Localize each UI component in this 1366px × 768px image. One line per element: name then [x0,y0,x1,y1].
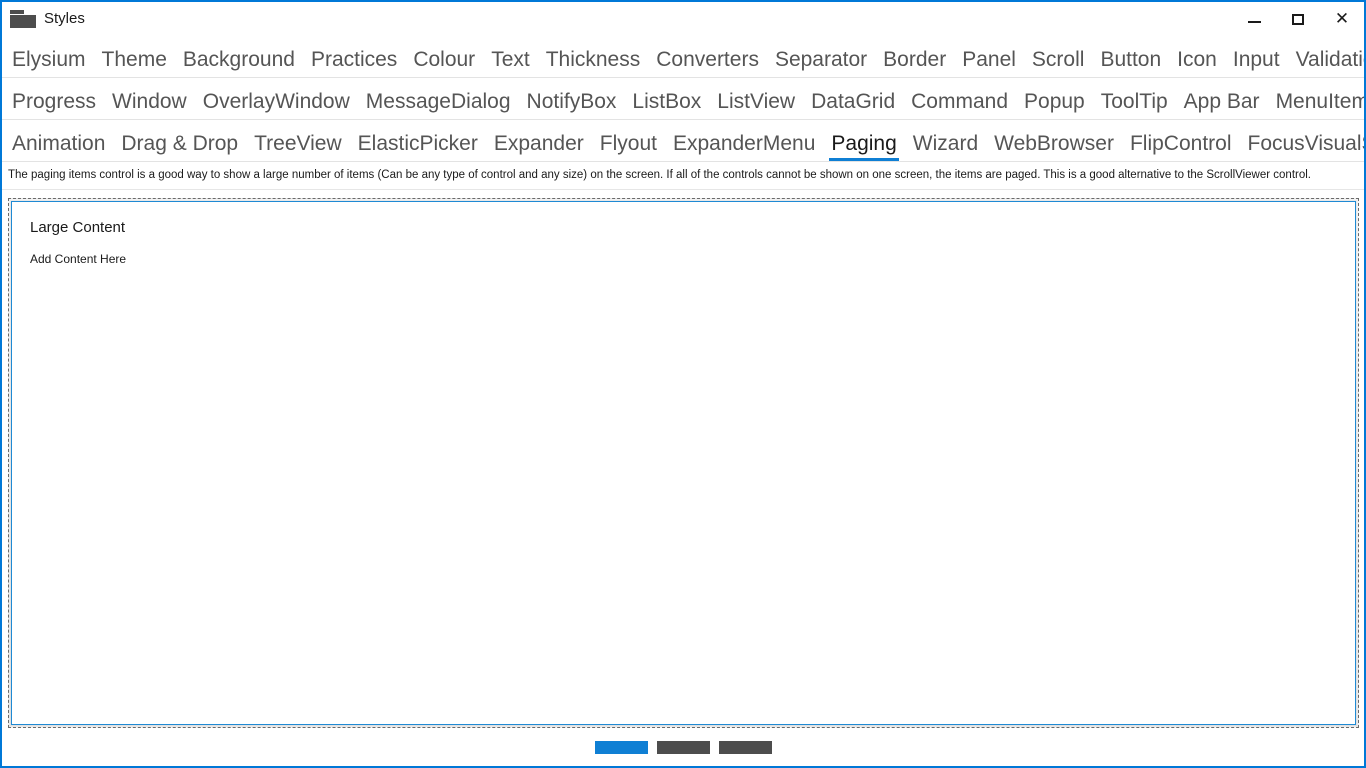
tab-messagedialog[interactable]: MessageDialog [358,89,519,119]
tab-window[interactable]: Window [104,89,195,119]
paging-description: The paging items control is a good way t… [2,162,1364,190]
tab-popup[interactable]: Popup [1016,89,1093,119]
window-controls: ✕ [1232,2,1364,36]
close-icon: ✕ [1334,8,1350,29]
tab-button[interactable]: Button [1092,47,1169,77]
tab-input[interactable]: Input [1225,47,1288,77]
tab-tooltip[interactable]: ToolTip [1093,89,1176,119]
tab-animation[interactable]: Animation [4,131,113,161]
tab-webbrowser[interactable]: WebBrowser [986,131,1122,161]
tab-elasticpicker[interactable]: ElasticPicker [350,131,486,161]
tab-converters[interactable]: Converters [648,47,767,77]
page-indicator-3[interactable] [718,740,772,754]
tab-menuitem[interactable]: MenuItem [1268,89,1364,119]
tab-border[interactable]: Border [875,47,954,77]
minimize-button[interactable] [1232,2,1276,36]
tab-paging[interactable]: Paging [823,131,904,161]
tab-elysium[interactable]: Elysium [4,47,94,77]
tab-overlaywindow[interactable]: OverlayWindow [195,89,358,119]
tab-notifybox[interactable]: NotifyBox [519,89,625,119]
paging-page: Large Content Add Content Here [11,201,1356,725]
tab-separator[interactable]: Separator [767,47,875,77]
tab-scroll[interactable]: Scroll [1024,47,1093,77]
folder-icon [10,9,36,29]
tab-datagrid[interactable]: DataGrid [803,89,903,119]
tab-background[interactable]: Background [175,47,303,77]
tab-expander[interactable]: Expander [486,131,592,161]
close-button[interactable]: ✕ [1320,2,1364,36]
tab-drag-drop[interactable]: Drag & Drop [113,131,246,161]
tab-treeview[interactable]: TreeView [246,131,350,161]
tab-app-bar[interactable]: App Bar [1176,89,1268,119]
tab-validation[interactable]: Validation [1288,47,1364,77]
tab-wizard[interactable]: Wizard [905,131,986,161]
tab-command[interactable]: Command [903,89,1016,119]
tab-panel[interactable]: Panel [954,47,1024,77]
tab-row-3: Animation Drag & Drop TreeView ElasticPicke… [2,120,1364,162]
tab-thickness[interactable]: Thickness [538,47,649,77]
page-indicator-2[interactable] [656,740,710,754]
tab-row-1: Elysium Theme Background Practices Colour Tex… [2,36,1364,78]
page-title: Large Content [30,219,126,236]
paging-items-control[interactable]: Large Content Add Content Here [8,198,1359,728]
tab-bar: Elysium Theme Background Practices Colour Tex… [2,36,1364,162]
page-body-text: Add Content Here [30,252,127,266]
paging-indicator [2,728,1364,766]
tab-row-2: Progress Window OverlayWindow MessageDialog… [2,78,1364,120]
page-indicator-1[interactable] [594,740,648,754]
paging-region: Large Content Add Content Here [2,190,1364,766]
tab-theme[interactable]: Theme [94,47,175,77]
maximize-icon [1292,13,1304,25]
minimize-icon [1247,21,1261,23]
tab-flyout[interactable]: Flyout [592,131,665,161]
tab-progress[interactable]: Progress [4,89,104,119]
tab-listview[interactable]: ListView [709,89,803,119]
tab-flipcontrol[interactable]: FlipControl [1122,131,1240,161]
tab-colour[interactable]: Colour [405,47,483,77]
tab-icon[interactable]: Icon [1169,47,1225,77]
tab-practices[interactable]: Practices [303,47,405,77]
tab-text[interactable]: Text [483,47,538,77]
tab-listbox[interactable]: ListBox [624,89,709,119]
styles-window: Styles ✕ Elysium Theme Background Practices… [0,0,1366,768]
tab-focusvisualstyle[interactable]: FocusVisualStyle [1240,131,1365,161]
title-bar: Styles ✕ [2,2,1364,36]
maximize-button[interactable] [1276,2,1320,36]
window-title: Styles [44,10,85,27]
tab-expandermenu[interactable]: ExpanderMenu [665,131,823,161]
